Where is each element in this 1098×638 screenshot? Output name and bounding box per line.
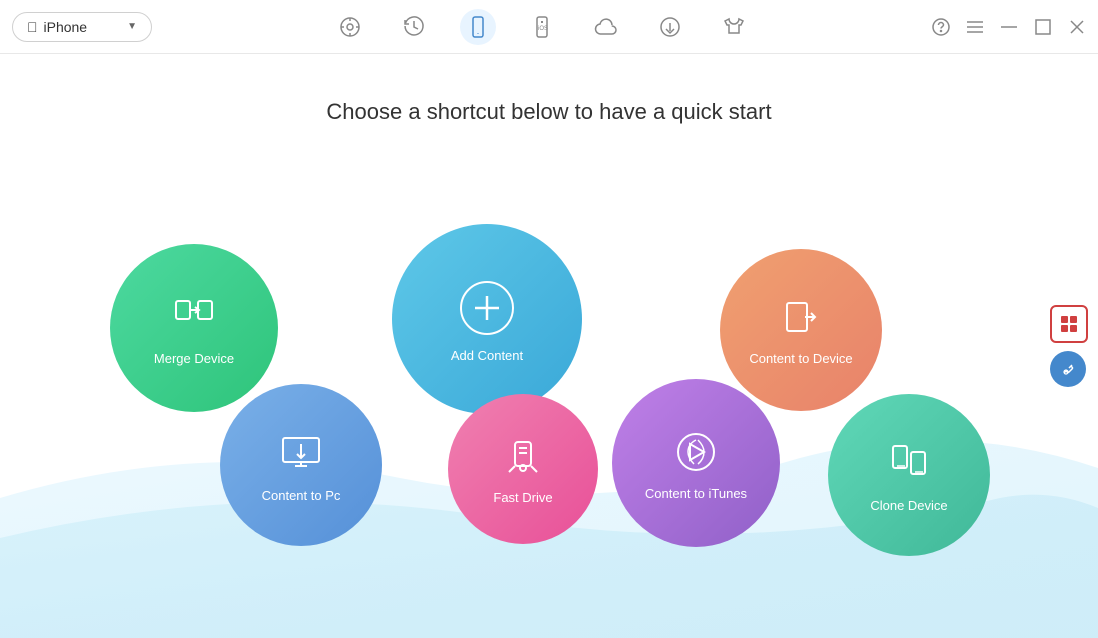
clone-device-button[interactable]: Clone Device	[828, 394, 990, 556]
merge-device-label: Merge Device	[154, 351, 234, 366]
floating-buttons	[1050, 305, 1090, 387]
content-to-itunes-button[interactable]: Content to iTunes	[612, 379, 780, 547]
window-controls	[932, 18, 1086, 36]
content-to-device-label: Content to Device	[749, 351, 852, 366]
minimize-button[interactable]	[1000, 18, 1018, 36]
grid-view-button[interactable]	[1050, 305, 1088, 343]
tools-button[interactable]	[1050, 351, 1086, 387]
device-selector[interactable]:  iPhone ▼	[12, 12, 152, 42]
chevron-down-icon: ▼	[127, 21, 137, 32]
content-to-pc-label: Content to Pc	[262, 488, 341, 503]
apple-logo-icon: 	[27, 19, 38, 35]
nav-icons: iOS	[332, 9, 752, 45]
ios-nav-icon[interactable]: iOS	[524, 9, 560, 45]
title-bar:  iPhone ▼	[0, 0, 1098, 54]
history-nav-icon[interactable]	[396, 9, 432, 45]
help-button[interactable]	[932, 18, 950, 36]
clone-device-label: Clone Device	[870, 498, 947, 513]
content-to-itunes-label: Content to iTunes	[645, 486, 747, 501]
device-name-label: iPhone	[44, 19, 122, 35]
fast-drive-button[interactable]: Fast Drive	[448, 394, 598, 544]
content-to-pc-button[interactable]: Content to Pc	[220, 384, 382, 546]
merge-device-button[interactable]: Merge Device	[110, 244, 278, 412]
main-content: Choose a shortcut below to have a quick …	[0, 54, 1098, 638]
music-nav-icon[interactable]	[332, 9, 368, 45]
svg-text:iOS: iOS	[538, 26, 548, 32]
fast-drive-label: Fast Drive	[493, 490, 552, 505]
add-content-label: Add Content	[451, 348, 523, 363]
phone-nav-icon[interactable]	[460, 9, 496, 45]
download-nav-icon[interactable]	[652, 9, 688, 45]
tshirt-nav-icon[interactable]	[716, 9, 752, 45]
close-button[interactable]	[1068, 18, 1086, 36]
add-content-button[interactable]: Add Content	[392, 224, 582, 414]
menu-button[interactable]	[966, 18, 984, 36]
maximize-button[interactable]	[1034, 18, 1052, 36]
cloud-nav-icon[interactable]	[588, 9, 624, 45]
page-title: Choose a shortcut below to have a quick …	[0, 54, 1098, 125]
shortcuts-container: Merge Device Add Content Content to Devi…	[0, 184, 1098, 638]
content-to-device-button[interactable]: Content to Device	[720, 249, 882, 411]
